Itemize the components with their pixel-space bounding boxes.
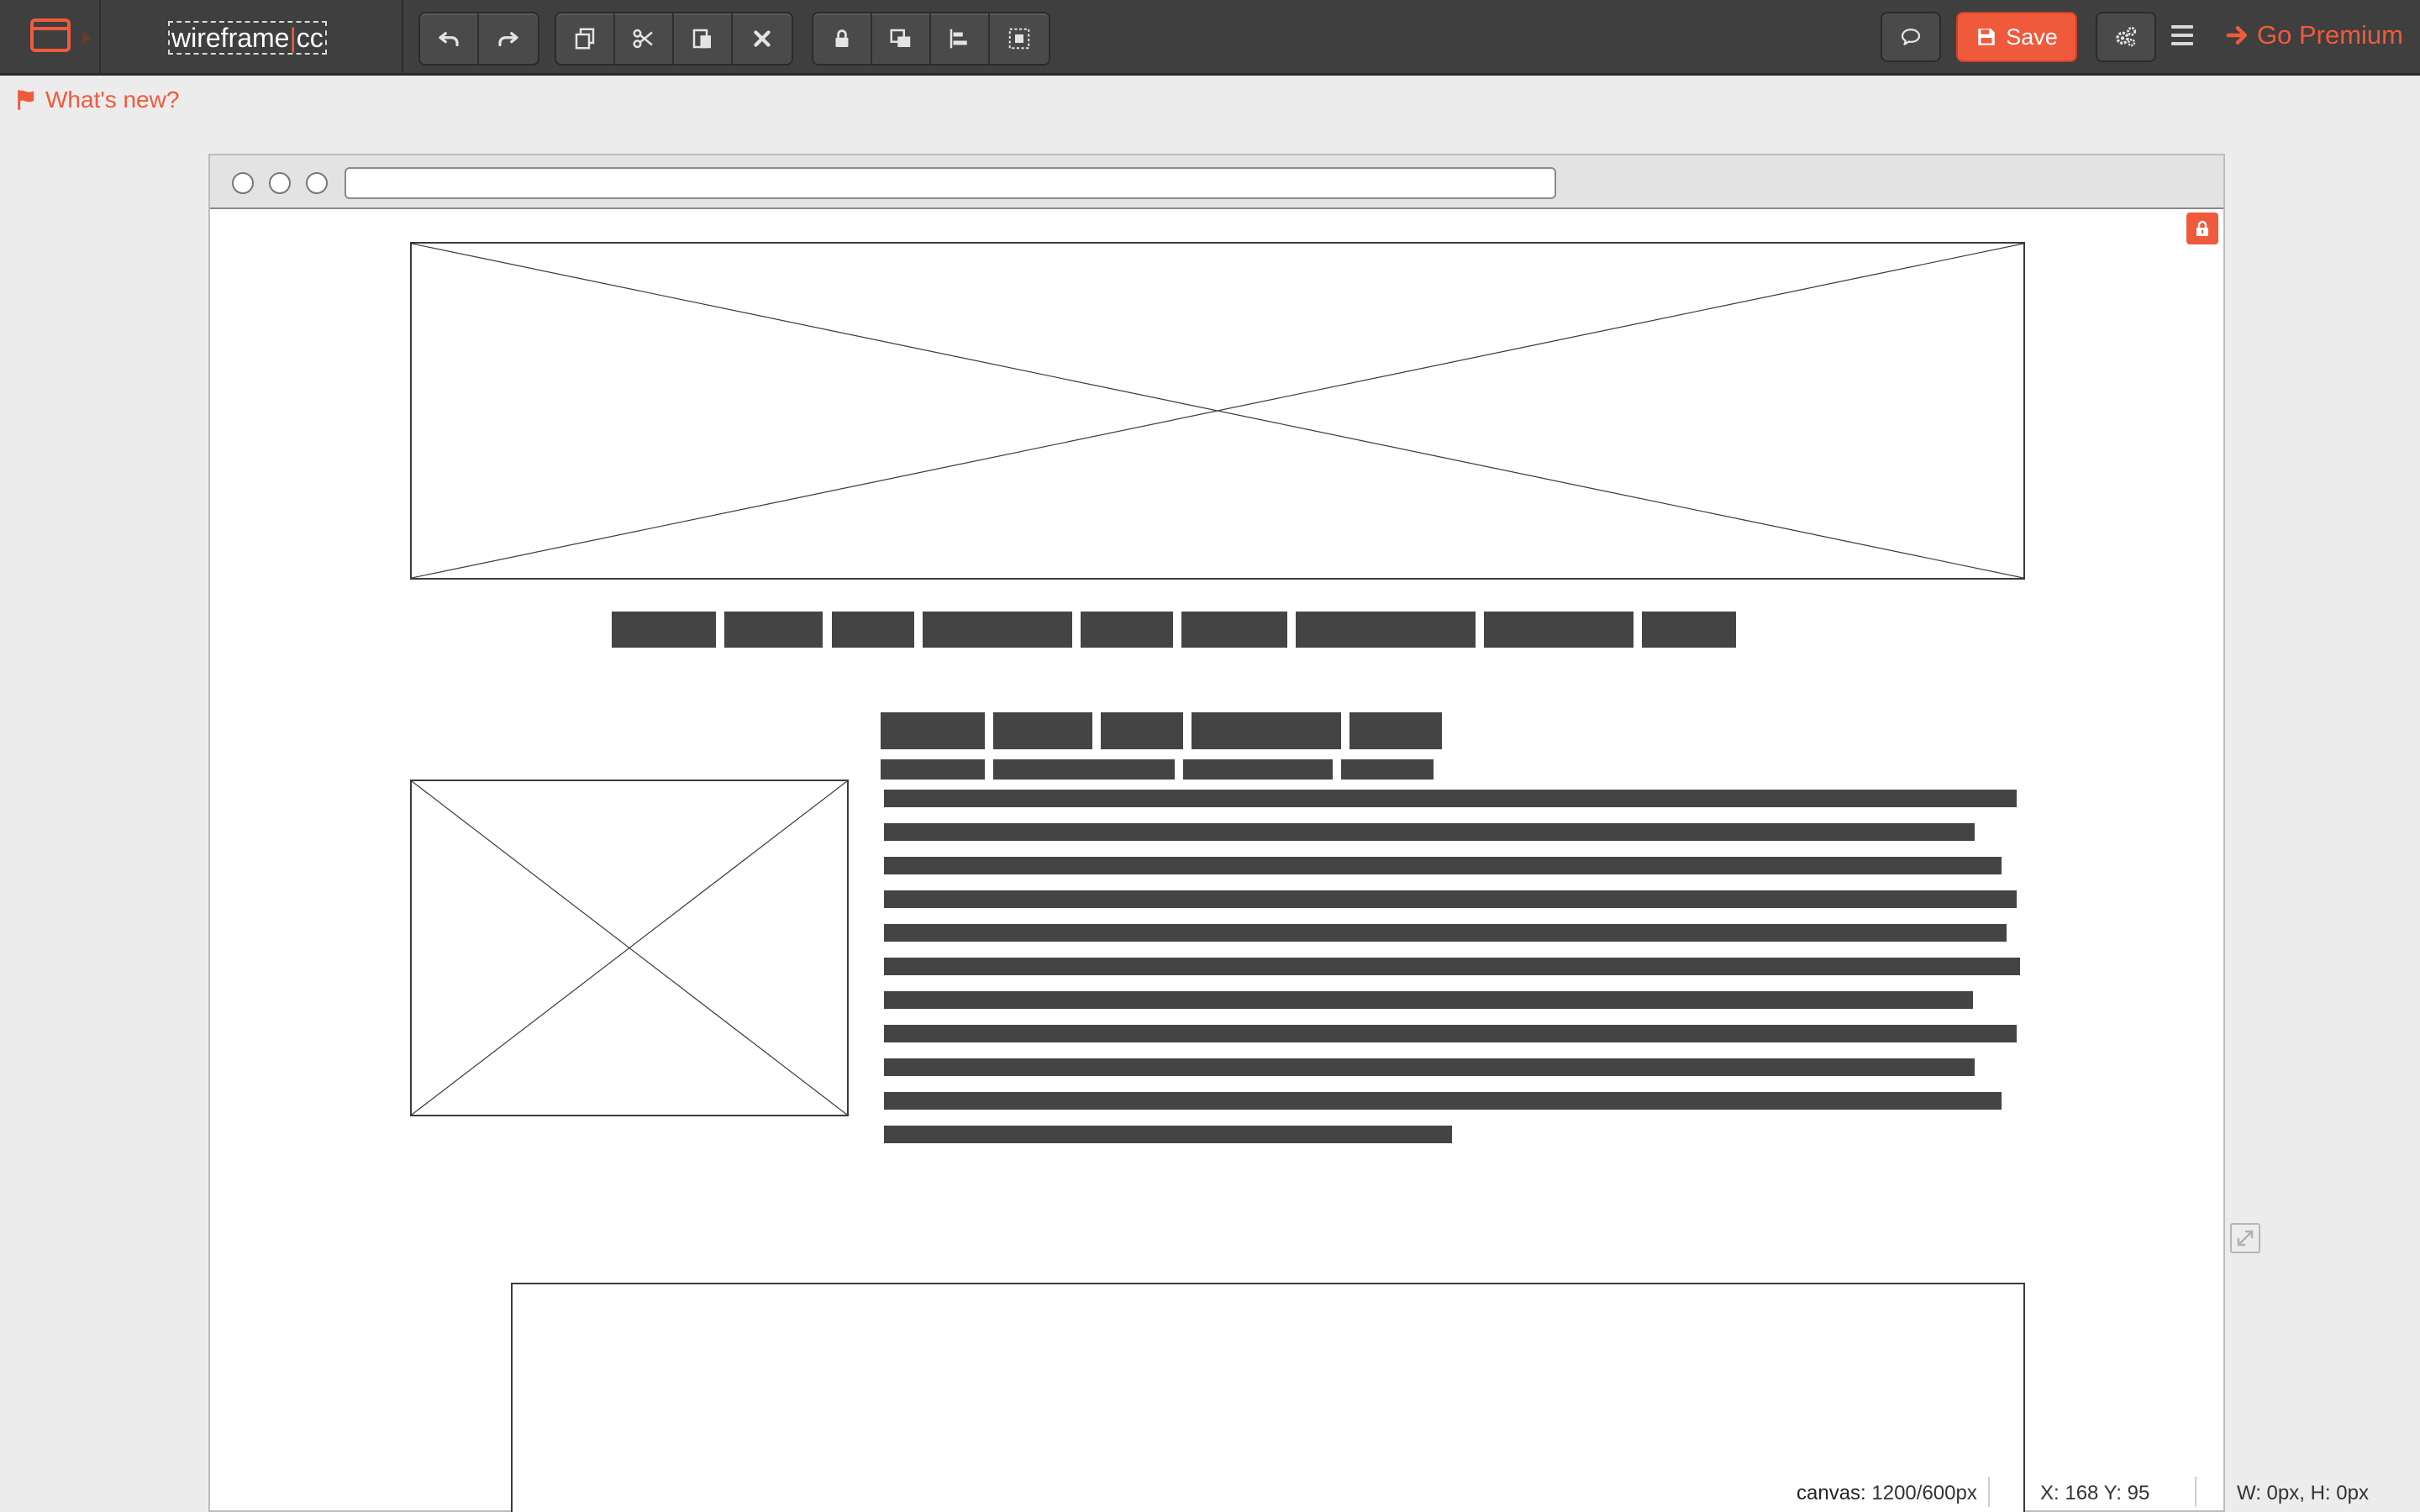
cut-button[interactable] (615, 13, 674, 64)
text-line-placeholder[interactable] (884, 958, 2020, 975)
title-text-part2: cc (296, 23, 324, 53)
image-placeholder-icon (412, 781, 847, 1115)
toolbar-divider (402, 0, 403, 76)
nav-item-placeholder[interactable] (1642, 612, 1736, 648)
flag-icon (18, 90, 34, 110)
resize-arrows-icon (2237, 1230, 2254, 1247)
delete-button[interactable] (733, 13, 792, 64)
arrange-group (812, 12, 1050, 66)
window-control-dot (306, 172, 328, 194)
cursor-position-readout: X: 168 Y: 95 (2040, 1482, 2150, 1504)
text-line-placeholder[interactable] (884, 924, 2007, 942)
text-line-placeholder[interactable] (884, 1025, 2017, 1042)
group-button[interactable] (990, 13, 1049, 64)
bring-to-front-icon (890, 29, 911, 47)
locked-lock-icon[interactable] (2186, 213, 2218, 244)
go-premium-link[interactable]: Go Premium (2225, 20, 2403, 50)
subheading-word-placeholder[interactable] (1183, 759, 1333, 780)
undo-icon (439, 32, 459, 47)
save-label: Save (2006, 24, 2058, 50)
text-line-placeholder[interactable] (884, 857, 2002, 874)
status-divider (2195, 1477, 2196, 1507)
paste-icon (692, 29, 711, 49)
canvas-size-label: canvas: (1797, 1482, 1866, 1504)
window-control-dot (269, 172, 291, 194)
title-cursor: | (289, 23, 297, 53)
heading-word-placeholder[interactable] (881, 712, 985, 749)
nav-item-placeholder[interactable] (923, 612, 1072, 648)
duplicate-button[interactable] (556, 13, 615, 64)
arrow-right-icon (2226, 26, 2247, 45)
go-premium-label: Go Premium (2257, 20, 2403, 50)
lock-icon (835, 29, 849, 47)
canvas-size-value: 1200/600px (1871, 1482, 1977, 1504)
title-text-part1: wireframe (171, 23, 290, 53)
close-icon (754, 30, 771, 47)
comments-button[interactable] (1881, 12, 1941, 62)
canvas-size-readout: canvas: 1200/600px (1797, 1482, 1977, 1505)
url-bar[interactable] (345, 167, 1556, 199)
history-group (418, 12, 539, 66)
subheading-word-placeholder[interactable] (993, 759, 1175, 780)
group-icon (1008, 28, 1030, 50)
text-line-placeholder[interactable] (884, 890, 2017, 908)
nav-item-placeholder[interactable] (612, 612, 716, 648)
text-line-placeholder[interactable] (884, 1126, 1452, 1143)
hamburger-menu-icon[interactable] (2171, 25, 2193, 49)
nav-item-placeholder[interactable] (1484, 612, 1634, 648)
selection-size-readout: W: 0px, H: 0px (2237, 1482, 2369, 1504)
subheading-word-placeholder[interactable] (1341, 759, 1434, 780)
whats-new-link[interactable]: What's new? (15, 87, 179, 113)
gears-icon (2116, 26, 2137, 47)
nav-item-placeholder[interactable] (1081, 612, 1173, 648)
text-line-placeholder[interactable] (884, 991, 1973, 1009)
align-left-icon (950, 29, 967, 49)
nav-item-placeholder[interactable] (1296, 612, 1476, 648)
whats-new-label: What's new? (45, 87, 180, 113)
app-menu-button[interactable] (0, 0, 101, 76)
image-placeholder-icon (412, 244, 2023, 578)
lock-icon (2196, 220, 2208, 236)
speech-bubble-icon (1901, 29, 1921, 45)
text-line-placeholder[interactable] (884, 823, 1975, 841)
text-line-placeholder[interactable] (884, 790, 2017, 807)
text-line-placeholder[interactable] (884, 1092, 2002, 1110)
nav-item-placeholder[interactable] (832, 612, 914, 648)
nav-item-placeholder[interactable] (724, 612, 823, 648)
heading-word-placeholder[interactable] (1192, 712, 1341, 749)
redo-icon (498, 32, 518, 47)
browser-bar (210, 155, 2223, 209)
status-divider (1988, 1477, 1990, 1507)
align-button[interactable] (931, 13, 990, 64)
redo-button[interactable] (479, 13, 538, 64)
scissors-icon (633, 29, 653, 49)
settings-button[interactable] (2096, 12, 2156, 62)
nav-item-placeholder[interactable] (1181, 612, 1287, 648)
paste-button[interactable] (674, 13, 733, 64)
content-box-placeholder[interactable] (511, 1283, 2025, 1512)
save-button[interactable]: Save (1956, 12, 2077, 62)
caret-right-icon (82, 31, 91, 45)
bring-to-front-button[interactable] (872, 13, 931, 64)
header-image-placeholder[interactable] (410, 242, 2025, 580)
text-line-placeholder[interactable] (884, 1058, 1975, 1076)
undo-button[interactable] (420, 13, 479, 64)
floppy-disk-icon (1978, 29, 1995, 45)
heading-word-placeholder[interactable] (1349, 712, 1442, 749)
window-control-dot (232, 172, 254, 194)
subheading-word-placeholder[interactable] (881, 759, 985, 780)
top-toolbar: wireframe|cc Save Go Premium (0, 0, 2420, 76)
heading-word-placeholder[interactable] (1101, 712, 1183, 749)
article-image-placeholder[interactable] (410, 780, 849, 1116)
expand-canvas-icon[interactable] (2230, 1223, 2260, 1253)
browser-window-icon (30, 18, 71, 52)
lock-button[interactable] (813, 13, 872, 64)
heading-word-placeholder[interactable] (993, 712, 1092, 749)
duplicate-icon (575, 28, 595, 50)
document-title-field[interactable]: wireframe|cc (168, 21, 327, 55)
edit-group (555, 12, 793, 66)
